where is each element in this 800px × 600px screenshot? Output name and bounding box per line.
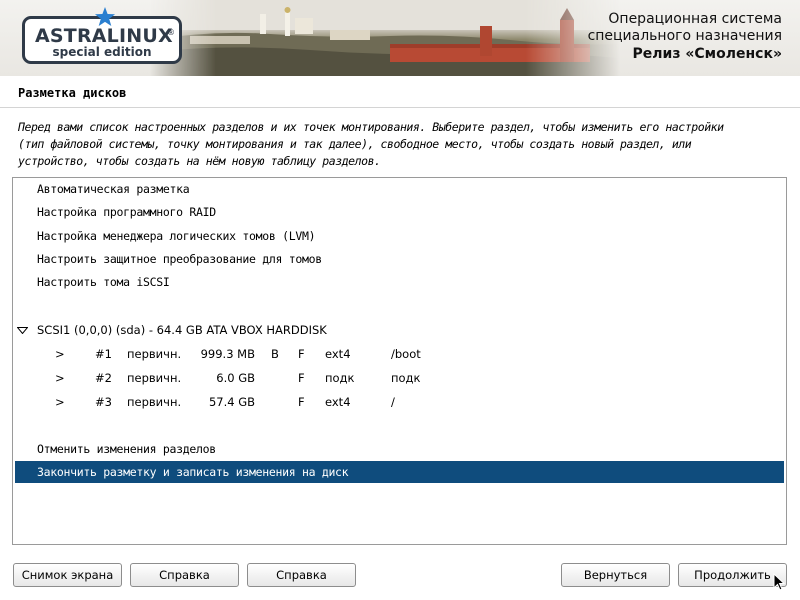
menu-item-raid[interactable]: Настройка программного RAID <box>15 201 784 223</box>
page-title: Разметка дисков <box>18 86 127 100</box>
partition-size: 999.3 MB <box>200 347 255 361</box>
partition-size: 6.0 GB <box>216 371 255 385</box>
help-button[interactable]: Справка <box>130 563 239 587</box>
partition-filesystem: подк <box>325 371 355 385</box>
mouse-pointer-icon <box>773 573 785 591</box>
partition-format-flag: F <box>298 371 305 385</box>
menu-item-undo-changes[interactable]: Отменить изменения разделов <box>15 438 784 460</box>
expand-triangle-icon <box>17 327 28 334</box>
os-title-line2: специального назначения <box>587 28 782 44</box>
partition-mountpoint: /boot <box>391 347 421 361</box>
logo-text: ASTRALINUX <box>35 25 173 47</box>
continue-button[interactable]: Продолжить <box>678 563 787 587</box>
partition-filesystem: ext4 <box>325 347 351 361</box>
partition-row-3[interactable]: > #3 первичн. 57.4 GB F ext4 / <box>15 391 784 413</box>
disk-row-sda[interactable]: SCSI1 (0,0,0) (sda) - 64.4 GB ATA VBOX H… <box>15 319 784 341</box>
description-line: устройство, чтобы создать на нём новую т… <box>18 154 381 168</box>
partition-menu-list[interactable]: Автоматическая разметка Настройка програ… <box>12 177 787 545</box>
partition-type: первичн. <box>127 371 182 385</box>
back-button[interactable]: Вернуться <box>561 563 670 587</box>
partition-arrow: > <box>55 395 65 409</box>
menu-item-finish-partitioning[interactable]: Закончить разметку и записать изменения … <box>15 461 784 483</box>
partition-filesystem: ext4 <box>325 395 351 409</box>
partition-boot-flag: B <box>271 347 279 361</box>
header-banner: ASTRALINUX ® special edition Операционна… <box>0 0 800 76</box>
partition-format-flag: F <box>298 395 305 409</box>
logo-subtitle: special edition <box>52 45 152 59</box>
divider <box>0 107 800 108</box>
partition-arrow: > <box>55 347 65 361</box>
help-button-2[interactable]: Справка <box>247 563 356 587</box>
star-icon <box>95 7 115 26</box>
menu-item-encryption[interactable]: Настроить защитное преобразование для то… <box>15 248 784 270</box>
page-description: Перед вами список настроенных разделов и… <box>18 119 788 170</box>
description-line: (тип файловой системы, точку монтировани… <box>18 137 692 151</box>
os-release: Релиз «Смоленск» <box>632 46 782 62</box>
partition-arrow: > <box>55 371 65 385</box>
registered-mark: ® <box>167 28 175 37</box>
screenshot-button[interactable]: Снимок экрана <box>13 563 122 587</box>
menu-item-iscsi[interactable]: Настроить тома iSCSI <box>15 271 784 293</box>
partition-row-1[interactable]: > #1 первичн. 999.3 MB B F ext4 /boot <box>15 343 784 365</box>
partition-type: первичн. <box>127 347 182 361</box>
partition-size: 57.4 GB <box>208 395 255 409</box>
description-line: Перед вами список настроенных разделов и… <box>18 120 724 134</box>
partition-number: #2 <box>95 371 112 385</box>
os-title-line1: Операционная система <box>608 11 782 27</box>
partition-number: #3 <box>95 395 112 409</box>
partition-mountpoint: подк <box>391 371 421 385</box>
menu-item-lvm[interactable]: Настройка менеджера логических томов (LV… <box>15 225 784 247</box>
partition-number: #1 <box>95 347 112 361</box>
os-title: Операционная система специального назнач… <box>542 11 782 45</box>
disk-label: SCSI1 (0,0,0) (sda) - 64.4 GB ATA VBOX H… <box>37 323 327 337</box>
partition-format-flag: F <box>298 347 305 361</box>
menu-item-auto-partition[interactable]: Автоматическая разметка <box>15 178 784 200</box>
partition-row-2[interactable]: > #2 первичн. 6.0 GB F подк подк <box>15 367 784 389</box>
partition-type: первичн. <box>127 395 182 409</box>
partition-mountpoint: / <box>391 395 395 409</box>
